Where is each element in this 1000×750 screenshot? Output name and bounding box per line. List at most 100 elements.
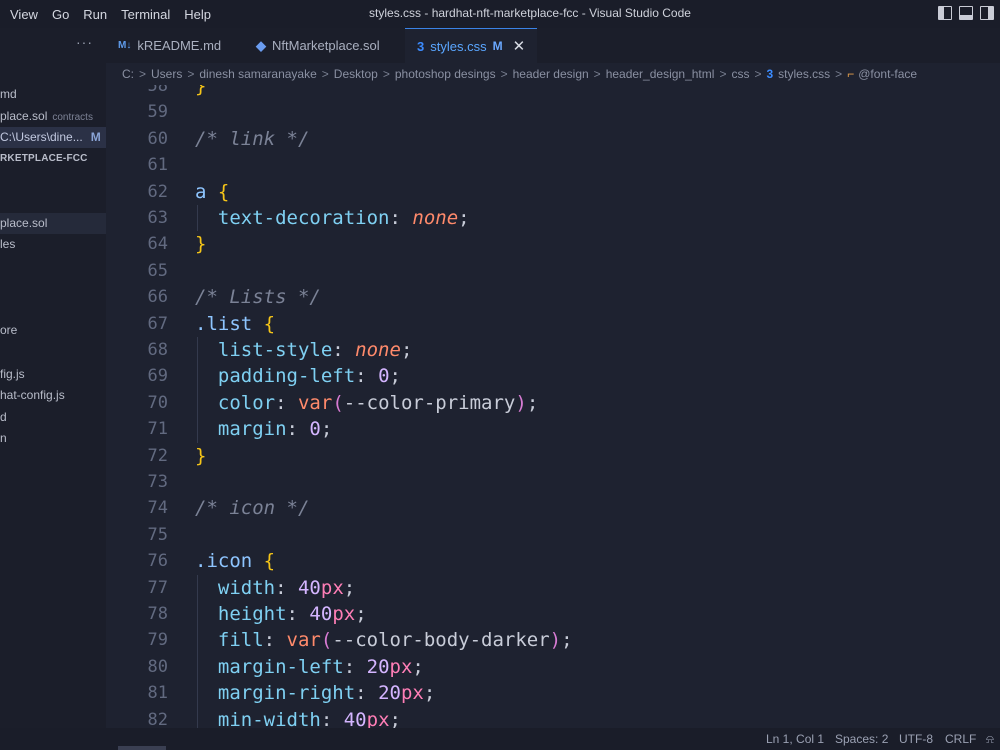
code-line[interactable]: 72}	[106, 443, 1000, 469]
code-token: {	[263, 312, 276, 335]
code-token: a	[195, 180, 207, 203]
code-line[interactable]: 58}	[106, 85, 1000, 99]
line-number: 70	[147, 392, 168, 413]
file-nftmarketplace[interactable]: place.sol	[0, 213, 106, 234]
code-token: margin-left	[217, 655, 344, 678]
breadcrumb-separator: >	[754, 67, 762, 81]
code-line[interactable]: 70 color: var(--color-primary);	[106, 389, 1000, 417]
code-line[interactable]: 74 /* icon */	[106, 495, 1000, 521]
tab-nftmarketplace[interactable]: ◆ NftMarketplace.sol	[244, 28, 392, 63]
code-line[interactable]: 80 margin-left: 20px;	[106, 653, 1000, 681]
file-gitignore[interactable]: ore	[0, 320, 106, 341]
code-line[interactable]: 69 padding-left: 0;	[106, 363, 1000, 390]
code-token: :	[332, 339, 356, 361]
tab-label: NftMarketplace.sol	[272, 38, 380, 53]
breadcrumb-user[interactable]: dinesh samaranayake	[199, 67, 316, 81]
code-text: fill: var(--color-body-darker);	[195, 627, 573, 653]
code-line[interactable]: 82 min-width: 40px;	[106, 706, 1000, 728]
line-number: 63	[147, 208, 168, 228]
open-editor-styles[interactable]: C:\Users\dine... M	[0, 127, 106, 148]
code-token: }	[195, 444, 207, 467]
code-token: --color-body-darker	[332, 629, 550, 652]
breadcrumb-desktop[interactable]: Desktop	[334, 67, 378, 81]
file-json[interactable]: n	[0, 428, 106, 449]
code-line[interactable]: 76 .icon {	[106, 548, 1000, 574]
code-line[interactable]: 81 margin-right: 20px;	[106, 680, 1000, 707]
code-line[interactable]: 78 height: 40px;	[106, 601, 1000, 628]
code-token: {	[263, 550, 276, 573]
code-token: :	[286, 418, 310, 441]
code-line[interactable]: 66 /* Lists */	[106, 284, 1000, 310]
code-token: (	[320, 629, 333, 652]
code-line[interactable]: 79 fill: var(--color-body-darker);	[106, 627, 1000, 654]
breadcrumb-css[interactable]: css	[731, 67, 749, 81]
code-line[interactable]: 73	[106, 469, 1000, 495]
open-editor-nftmarketplace[interactable]: place.sol contracts	[0, 106, 106, 127]
line-number: 64	[147, 234, 168, 255]
breadcrumb-separator: >	[382, 67, 390, 81]
code-token: none	[355, 339, 401, 361]
code-token: ;	[423, 682, 436, 705]
breadcrumb-separator: >	[593, 67, 601, 81]
ethereum-icon: ◆	[256, 37, 266, 53]
tab-styles[interactable]: 3 styles.css M ✕	[405, 28, 538, 63]
code-token: 20	[378, 682, 401, 705]
tab-readme[interactable]: M↓ kREADME.md	[106, 28, 233, 63]
code-line[interactable]: 68 list-style: none;	[106, 337, 1000, 364]
code-line[interactable]: 62 a {	[106, 179, 1000, 205]
code-line[interactable]: 60 /* link */	[106, 126, 1000, 152]
line-number: 76	[147, 551, 168, 572]
line-number: 59	[147, 102, 168, 123]
line-number: 72	[147, 445, 168, 466]
code-token: ;	[526, 391, 539, 414]
file-hardhat-config[interactable]: hat-config.js	[0, 385, 106, 406]
code-text: color: var(--color-primary);	[195, 390, 538, 416]
open-editor-readme[interactable]: md	[0, 84, 106, 105]
code-line[interactable]: 64}	[106, 231, 1000, 257]
code-token: :	[275, 576, 298, 599]
file-readme[interactable]: d	[0, 407, 106, 428]
code-token: 0	[378, 365, 390, 388]
indentation[interactable]: Spaces: 2	[835, 732, 888, 746]
code-line[interactable]: 61	[106, 152, 1000, 178]
more-actions-icon[interactable]: ···	[76, 34, 93, 50]
toggle-panel-icon[interactable]	[959, 6, 973, 20]
breadcrumb-symbol[interactable]: @font-face	[858, 67, 917, 81]
toggle-primary-sidebar-icon[interactable]	[938, 6, 952, 20]
code-line[interactable]: 75	[106, 522, 1000, 548]
code-line[interactable]: 67 .list {	[106, 311, 1000, 337]
encoding[interactable]: UTF-8	[899, 732, 933, 746]
code-line[interactable]: 77 width: 40px;	[106, 574, 1000, 601]
code-line[interactable]: 63 text-decoration: none;	[106, 205, 1000, 232]
code-token: 40	[297, 576, 321, 599]
breadcrumb-header-design[interactable]: header design	[513, 67, 589, 81]
code-line[interactable]: 65	[106, 258, 1000, 284]
notifications-icon[interactable]: ⍾	[986, 732, 994, 747]
line-number: 60	[147, 128, 168, 149]
code-line[interactable]: 59	[106, 99, 1000, 125]
code-token: 20	[366, 655, 390, 678]
breadcrumb-drive[interactable]: C:	[122, 67, 134, 81]
cursor-position[interactable]: Ln 1, Col 1	[766, 732, 824, 746]
workspace-folder-header[interactable]: RKETPLACE-FCC	[0, 148, 106, 169]
code-line[interactable]: 71 margin: 0;	[106, 416, 1000, 443]
breadcrumb-file[interactable]: styles.css	[778, 67, 830, 81]
breadcrumb-users[interactable]: Users	[151, 67, 182, 81]
breadcrumb-header-design-html[interactable]: header_design_html	[606, 67, 715, 81]
code-text: list-style: none;	[195, 337, 413, 363]
line-number: 69	[147, 366, 168, 387]
file-styles[interactable]: les	[0, 234, 106, 255]
toggle-secondary-sidebar-icon[interactable]	[980, 6, 994, 20]
close-icon[interactable]: ✕	[513, 37, 526, 55]
explorer-sidebar: ··· md place.sol contracts C:\Users\dine.…	[0, 28, 106, 750]
code-editor[interactable]: 58} 59 60/* link */61 62 a {63 text-decorati…	[106, 85, 1000, 728]
code-token: min-width	[217, 708, 321, 728]
line-ending[interactable]: CRLF	[945, 732, 976, 746]
code-token: px	[389, 655, 413, 678]
breadcrumb-photoshop[interactable]: photoshop desings	[395, 67, 496, 81]
file-config[interactable]: fig.js	[0, 364, 106, 385]
